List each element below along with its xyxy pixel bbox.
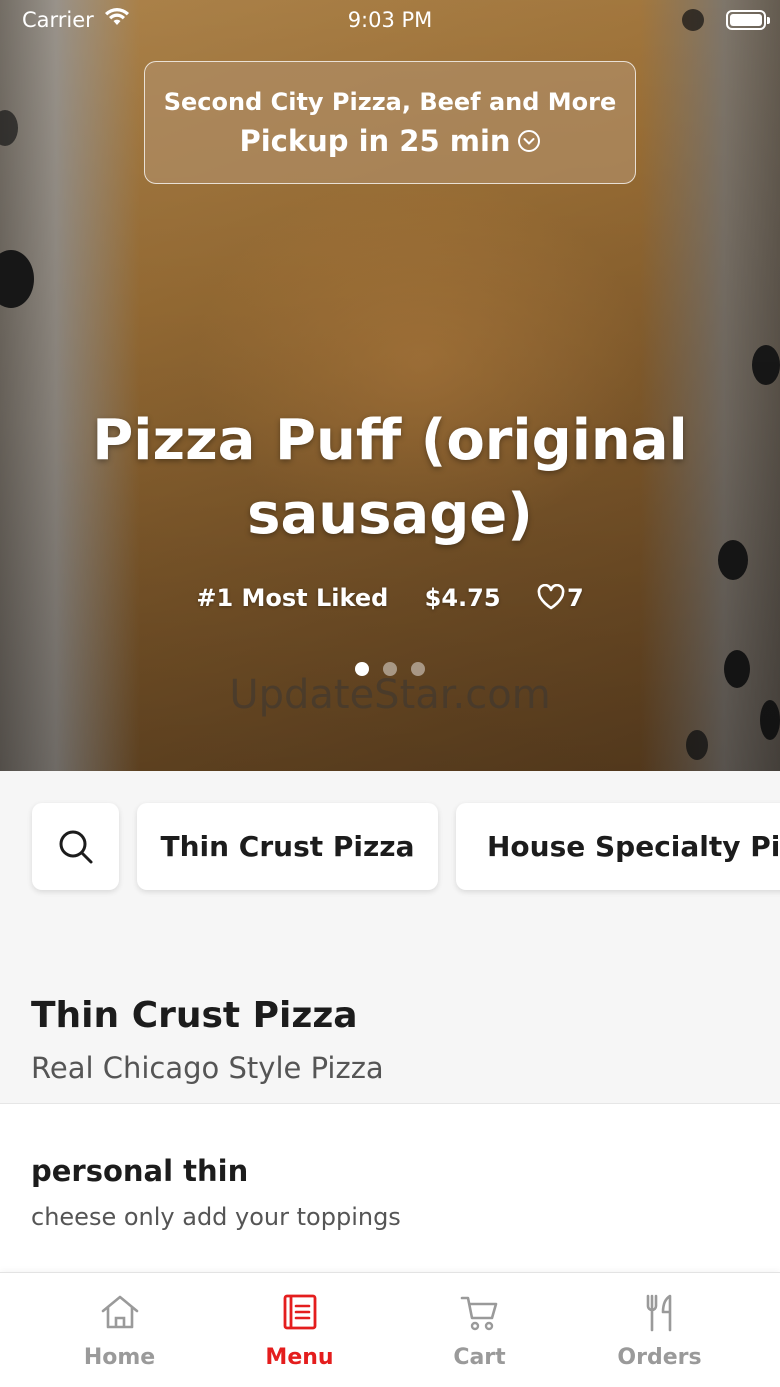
battery-icon: [726, 10, 770, 30]
search-icon: [59, 830, 92, 863]
menu-item-description: cheese only add your toppings: [31, 1203, 401, 1231]
tab-menu-label: Menu: [265, 1345, 334, 1370]
heart-icon: [537, 583, 565, 610]
home-icon: [101, 1295, 138, 1329]
tab-orders-label: Orders: [617, 1345, 702, 1370]
pickup-eta-label: Pickup in 25 min: [239, 124, 511, 158]
search-button[interactable]: [32, 803, 119, 890]
tab-cart[interactable]: Cart: [382, 1273, 577, 1387]
tab-cart-label: Cart: [453, 1345, 506, 1370]
hero-banner[interactable]: Carrier 9:03 PM Second City Pizza, Beef …: [0, 0, 780, 771]
category-bar: Thin Crust Pizza House Specialty Pizza: [0, 771, 780, 921]
featured-likes[interactable]: 7: [537, 583, 584, 612]
featured-likes-count: 7: [566, 584, 584, 612]
watermark: UpdateStar.com: [229, 672, 551, 718]
chevron-down-circle-icon: [517, 130, 540, 152]
pickup-selector[interactable]: Second City Pizza, Beef and More Pickup …: [144, 61, 636, 184]
tab-bar: Home Menu Cart Orders: [0, 1272, 780, 1387]
cart-icon: [460, 1296, 497, 1331]
tab-home-label: Home: [83, 1345, 156, 1370]
fork-knife-icon: [646, 1294, 671, 1332]
status-bar: Carrier 9:03 PM: [0, 0, 780, 40]
camera-indicator: [682, 9, 704, 31]
section-title: Thin Crust Pizza: [31, 995, 358, 1036]
category-chip-house-specialty[interactable]: House Specialty Pizza: [456, 803, 780, 890]
tab-menu[interactable]: Menu: [202, 1273, 397, 1387]
menu-item-name: personal thin: [31, 1154, 249, 1188]
tab-orders[interactable]: Orders: [562, 1273, 757, 1387]
store-name: Second City Pizza, Beef and More: [163, 88, 617, 116]
featured-item-name[interactable]: Pizza Puff (original sausage): [40, 404, 740, 552]
category-chip-thin-crust[interactable]: Thin Crust Pizza: [137, 803, 438, 890]
featured-item-meta: #1 Most Liked $4.75 7: [0, 583, 780, 612]
menu-section-header: Thin Crust Pizza Real Chicago Style Pizz…: [0, 921, 780, 1103]
featured-rank: #1 Most Liked: [196, 584, 389, 612]
menu-icon: [283, 1294, 316, 1330]
clock: 9:03 PM: [347, 8, 433, 32]
tab-home[interactable]: Home: [22, 1273, 217, 1387]
section-subtitle: Real Chicago Style Pizza: [31, 1051, 384, 1085]
pickup-eta: Pickup in 25 min: [145, 124, 635, 158]
featured-price: $4.75: [424, 584, 501, 612]
